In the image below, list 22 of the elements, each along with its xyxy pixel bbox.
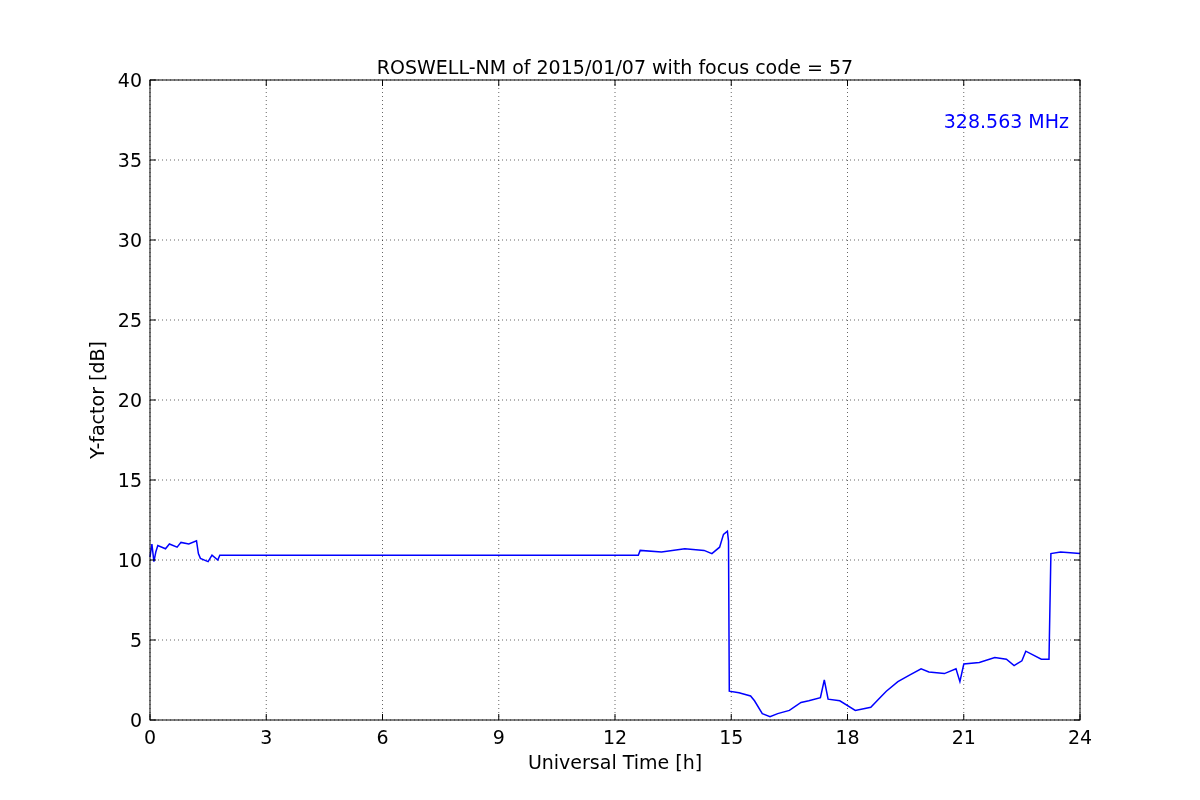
tick-label: 12 xyxy=(602,726,628,748)
tick-label: 30 xyxy=(117,229,142,251)
tick-label: 20 xyxy=(117,389,142,411)
series-label: 328.563 MHz xyxy=(943,110,1069,132)
tick-label: 25 xyxy=(117,309,142,331)
x-axis-label: Universal Time [h] xyxy=(527,751,703,773)
tick-label: 40 xyxy=(117,69,142,91)
tick-label: 9 xyxy=(492,726,505,748)
tick-label: 15 xyxy=(117,469,142,491)
chart-title: ROSWELL-NM of 2015/01/07 with focus code = 57 xyxy=(376,56,854,78)
tick-label: 3 xyxy=(260,726,273,748)
tick-label: 15 xyxy=(719,726,744,748)
tick-label: 21 xyxy=(951,726,976,748)
tick-label: 10 xyxy=(117,549,142,571)
tick-label: 5 xyxy=(129,629,142,651)
tick-label: 6 xyxy=(376,726,389,748)
y-axis-label: Y-factor [dB] xyxy=(86,341,108,459)
tick-label: 35 xyxy=(117,149,142,171)
tick-label: 0 xyxy=(143,726,157,748)
tick-label: 0 xyxy=(129,709,142,731)
tick-label: 24 xyxy=(1067,726,1093,748)
tick-label: 18 xyxy=(835,726,860,748)
